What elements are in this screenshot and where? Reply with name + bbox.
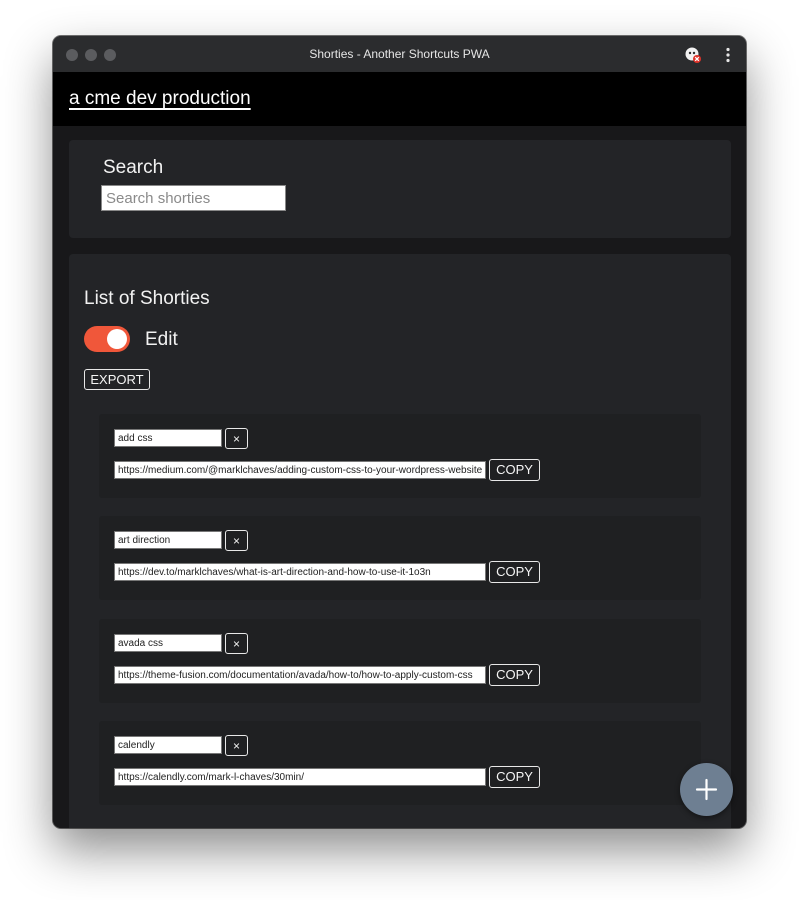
- shortie-name-input[interactable]: [114, 634, 222, 652]
- edit-toggle[interactable]: [84, 326, 130, 352]
- shortie-url-input[interactable]: [114, 461, 486, 479]
- list-heading: List of Shorties: [84, 288, 210, 309]
- remove-shortie-button[interactable]: ×: [225, 735, 248, 756]
- search-card: Search: [69, 140, 731, 238]
- shorties-list-card: List of Shorties Edit EXPORT × COPY × CO…: [69, 254, 731, 828]
- title-bar: Shorties - Another Shortcuts PWA: [53, 36, 746, 73]
- plus-icon: [695, 778, 718, 801]
- shortie-item: × COPY: [99, 414, 701, 498]
- shortie-name-input[interactable]: [114, 736, 222, 754]
- add-shortie-button[interactable]: [680, 763, 733, 816]
- copy-button[interactable]: COPY: [489, 664, 540, 686]
- remove-shortie-button[interactable]: ×: [225, 428, 248, 449]
- remove-shortie-button[interactable]: ×: [225, 633, 248, 654]
- more-vert-icon[interactable]: [722, 46, 734, 64]
- toggle-knob: [107, 329, 127, 349]
- app-window: Shorties - Another Shortcuts PWA a cme d…: [53, 36, 746, 828]
- edit-label: Edit: [145, 329, 178, 350]
- copy-button[interactable]: COPY: [489, 561, 540, 583]
- main-content: Search List of Shorties Edit EXPORT × CO…: [53, 126, 746, 828]
- search-heading: Search: [103, 157, 164, 178]
- shortie-item: × COPY: [99, 516, 701, 600]
- shortie-name-input[interactable]: [114, 531, 222, 549]
- shortie-item: × COPY: [99, 619, 701, 703]
- shortie-url-input[interactable]: [114, 563, 486, 581]
- shortie-item: × COPY: [99, 721, 701, 805]
- remove-shortie-button[interactable]: ×: [225, 530, 248, 551]
- brand-link[interactable]: a cme dev production: [69, 88, 251, 110]
- copy-button[interactable]: COPY: [489, 459, 540, 481]
- copy-button[interactable]: COPY: [489, 766, 540, 788]
- extension-blocked-icon[interactable]: [684, 46, 702, 64]
- search-input[interactable]: [101, 185, 286, 211]
- export-button[interactable]: EXPORT: [84, 369, 150, 390]
- shortie-name-input[interactable]: [114, 429, 222, 447]
- window-title: Shorties - Another Shortcuts PWA: [309, 47, 490, 61]
- shortie-url-input[interactable]: [114, 666, 486, 684]
- shortie-url-input[interactable]: [114, 768, 486, 786]
